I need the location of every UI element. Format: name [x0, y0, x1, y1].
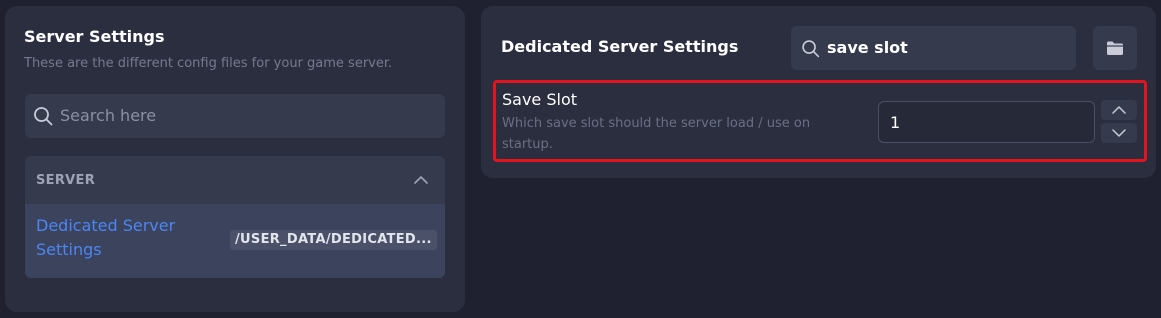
folder-icon [1107, 41, 1123, 55]
config-item-dedicated-server-settings[interactable]: Dedicated Server Settings /USER_DATA/DED… [25, 204, 445, 278]
settings-panel: Dedicated Server Settings save slot Save… [481, 6, 1156, 178]
search-placeholder: Search here [60, 106, 157, 125]
search-icon [802, 40, 820, 58]
save-slot-value: 1 [890, 113, 901, 132]
search-input[interactable]: Search here [25, 94, 445, 138]
config-item-path: /USER_DATA/DEDICATED... [230, 230, 437, 250]
group-header[interactable]: SERVER [25, 156, 445, 204]
setting-description: Which save slot should the server load /… [502, 116, 811, 152]
panel-title: Server Settings [24, 27, 165, 46]
config-group-server: SERVER Dedicated Server Settings /USER_D… [25, 156, 445, 278]
group-label: SERVER [36, 173, 96, 188]
open-folder-button[interactable] [1093, 26, 1137, 70]
search-icon [34, 107, 53, 126]
chevron-down-icon [1112, 129, 1126, 137]
filter-value: save slot [827, 38, 908, 57]
decrement-button[interactable] [1101, 123, 1137, 143]
settings-filter-input[interactable]: save slot [791, 26, 1076, 70]
panel-subtitle: These are the different config files for… [24, 56, 393, 71]
setting-row-save-slot: Save Slot Which save slot should the ser… [493, 80, 1147, 162]
chevron-up-icon[interactable] [411, 170, 431, 190]
increment-button[interactable] [1101, 100, 1137, 120]
config-item-name: Dedicated Server Settings [36, 216, 176, 259]
setting-title: Save Slot [502, 90, 578, 109]
settings-title: Dedicated Server Settings [501, 37, 739, 56]
config-files-panel: Server Settings These are the different … [5, 6, 465, 312]
save-slot-input[interactable]: 1 [878, 101, 1095, 143]
chevron-up-icon [1112, 106, 1126, 114]
